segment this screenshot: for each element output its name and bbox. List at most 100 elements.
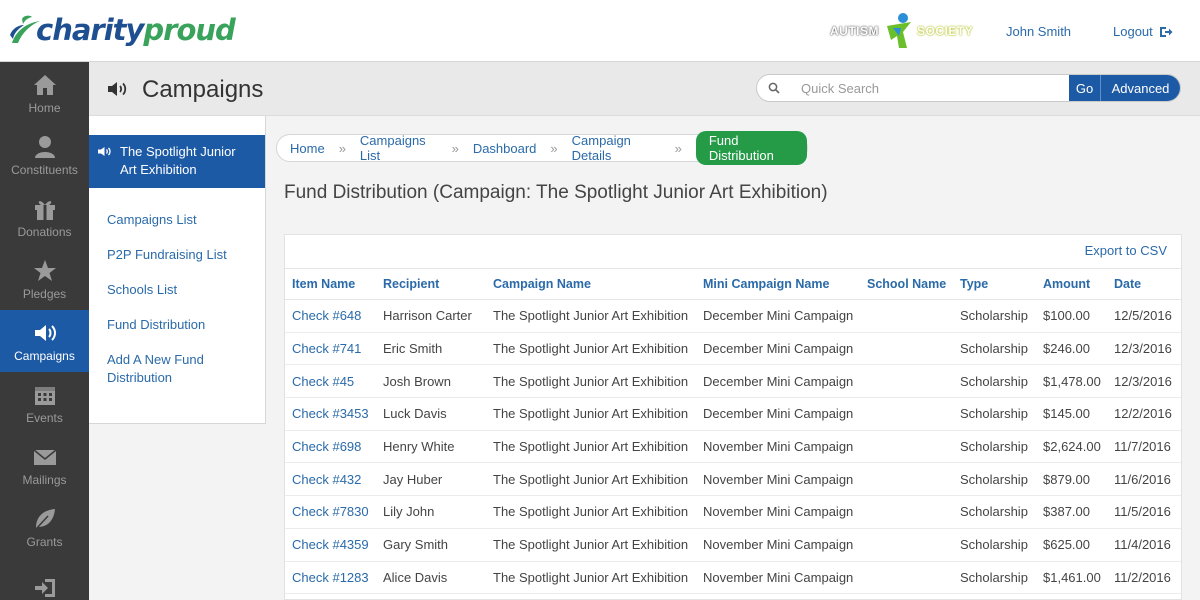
rail-label: Home — [28, 100, 61, 115]
column-header[interactable]: Campaign Name — [486, 268, 696, 300]
column-header[interactable]: Mini Campaign Name — [696, 268, 860, 300]
table-cell: $879.00 — [1036, 462, 1107, 497]
user-name-link[interactable]: John Smith — [1006, 24, 1071, 39]
table-cell — [860, 299, 953, 333]
item-name-link[interactable]: Check #648 — [285, 299, 376, 333]
rail-label: Events — [26, 410, 63, 425]
table-cell: Scholarship — [953, 299, 1036, 333]
table-cell: 11/4/2016 — [1107, 528, 1181, 562]
subnav-link-campaigns-list[interactable]: Campaigns List — [107, 211, 257, 229]
gift-icon — [34, 200, 55, 220]
partner-word-autism: AUTISM — [830, 24, 879, 38]
breadcrumb-campaigns-list[interactable]: Campaigns List — [360, 133, 438, 163]
column-header[interactable]: School Name — [860, 268, 953, 300]
table-cell: December Mini Campaign — [696, 299, 860, 333]
table-cell: Luck Davis — [376, 397, 486, 431]
table-cell: December Mini Campaign — [696, 397, 860, 431]
envelope-icon — [32, 448, 57, 465]
table-cell: Scholarship — [953, 364, 1036, 399]
top-bar: charityproud AUTISM SOCIETY John Smith L… — [0, 0, 1200, 62]
subnav-link-add-fund-distribution[interactable]: Add A New Fund Distribution — [107, 351, 257, 387]
charityproud-logo[interactable]: charityproud — [8, 10, 236, 50]
campaign-subnav: The Spotlight Junior Art Exhibition Camp… — [89, 116, 266, 424]
item-name-link[interactable]: Check #45 — [285, 364, 376, 399]
table-cell: 12/2/2016 — [1107, 397, 1181, 431]
page-header: Campaigns Go Advanced — [89, 62, 1200, 116]
subnav-link-schools-list[interactable]: Schools List — [107, 281, 257, 299]
logout-label: Logout — [1113, 24, 1153, 39]
fund-distribution-table: Item Name Recipient Campaign Name Mini C… — [285, 268, 1181, 595]
column-header[interactable]: Amount — [1036, 268, 1107, 300]
item-name-link[interactable]: Check #432 — [285, 462, 376, 497]
quick-search-input[interactable] — [791, 75, 1069, 101]
table-cell: The Spotlight Junior Art Exhibition — [486, 462, 696, 497]
column-header[interactable]: Item Name — [285, 268, 376, 300]
export-csv-link[interactable]: Export to CSV — [1085, 243, 1167, 258]
advanced-search-button[interactable]: Advanced — [1101, 75, 1180, 101]
logout-link[interactable]: Logout — [1113, 24, 1173, 39]
rail-item-events[interactable]: Events — [0, 372, 89, 434]
table-cell: Lily John — [376, 495, 486, 529]
table-cell: $2,624.00 — [1036, 430, 1107, 464]
table-cell: November Mini Campaign — [696, 462, 860, 497]
subnav-link-fund-distribution[interactable]: Fund Distribution — [107, 316, 257, 334]
table-cell: November Mini Campaign — [696, 528, 860, 562]
rail-item-campaigns[interactable]: Campaigns — [0, 310, 89, 372]
table-cell: Eric Smith — [376, 332, 486, 366]
rail-item-constituents[interactable]: Constituents — [0, 124, 89, 186]
go-button[interactable]: Go — [1069, 75, 1101, 101]
breadcrumb-separator: » — [451, 140, 459, 156]
column-header[interactable]: Recipient — [376, 268, 486, 300]
rail-item-home[interactable]: Home — [0, 62, 89, 124]
breadcrumb-separator: » — [338, 140, 346, 156]
breadcrumb-dashboard[interactable]: Dashboard — [473, 141, 537, 156]
table-cell: The Spotlight Junior Art Exhibition — [486, 528, 696, 562]
quick-search-bar: Go Advanced — [756, 74, 1181, 102]
table-cell: The Spotlight Junior Art Exhibition — [486, 561, 696, 595]
rail-label: Grants — [26, 534, 63, 549]
breadcrumb-current: Fund Distribution — [695, 131, 807, 165]
fund-distribution-panel: Export to CSV Item Name Recipient Campai… — [284, 234, 1182, 600]
item-name-link[interactable]: Check #4359 — [285, 528, 376, 562]
item-name-link[interactable]: Check #741 — [285, 332, 376, 366]
table-cell: The Spotlight Junior Art Exhibition — [486, 495, 696, 529]
table-row: Check #648 Harrison Carter The Spotlight J… — [285, 299, 1181, 333]
breadcrumb-home[interactable]: Home — [290, 141, 325, 156]
table-cell: Scholarship — [953, 528, 1036, 562]
breadcrumb-campaign-details[interactable]: Campaign Details — [572, 133, 661, 163]
column-header[interactable]: Date — [1107, 268, 1181, 300]
table-cell: The Spotlight Junior Art Exhibition — [486, 430, 696, 464]
table-row: Check #45 Josh Brown The Spotlight Junior … — [285, 364, 1181, 399]
table-cell: $246.00 — [1036, 332, 1107, 366]
partner-word-society: SOCIETY — [917, 24, 974, 38]
rail-item-donations[interactable]: Donations — [0, 186, 89, 248]
rail-item-sign-in[interactable] — [0, 558, 89, 600]
subnav-active-title: The Spotlight Junior Art Exhibition — [120, 144, 236, 177]
breadcrumb-separator: » — [674, 140, 682, 156]
column-header[interactable]: Type — [953, 268, 1036, 300]
table-cell: Scholarship — [953, 462, 1036, 497]
item-name-link[interactable]: Check #1283 — [285, 561, 376, 595]
sign-in-icon — [34, 578, 55, 597]
rail-item-mailings[interactable]: Mailings — [0, 434, 89, 496]
breadcrumb-separator: » — [550, 140, 558, 156]
megaphone-icon — [98, 147, 111, 156]
rail-item-grants[interactable]: Grants — [0, 496, 89, 558]
subnav-active-campaign[interactable]: The Spotlight Junior Art Exhibition — [89, 135, 265, 188]
rail-item-pledges[interactable]: Pledges — [0, 248, 89, 310]
table-cell: November Mini Campaign — [696, 430, 860, 464]
table-cell — [860, 397, 953, 431]
table-header-row: Item Name Recipient Campaign Name Mini C… — [285, 268, 1181, 300]
subnav-link-p2p-fundraising[interactable]: P2P Fundraising List — [107, 246, 257, 264]
table-cell: $100.00 — [1036, 299, 1107, 333]
item-name-link[interactable]: Check #7830 — [285, 495, 376, 529]
table-cell: Josh Brown — [376, 364, 486, 399]
item-name-link[interactable]: Check #3453 — [285, 397, 376, 431]
table-cell: Harrison Carter — [376, 299, 486, 333]
person-icon — [34, 135, 55, 158]
table-cell: $1,478.00 — [1036, 364, 1107, 399]
table-cell: Scholarship — [953, 397, 1036, 431]
logo-word-charity: charity — [36, 13, 144, 47]
item-name-link[interactable]: Check #698 — [285, 430, 376, 464]
table-cell: Gary Smith — [376, 528, 486, 562]
